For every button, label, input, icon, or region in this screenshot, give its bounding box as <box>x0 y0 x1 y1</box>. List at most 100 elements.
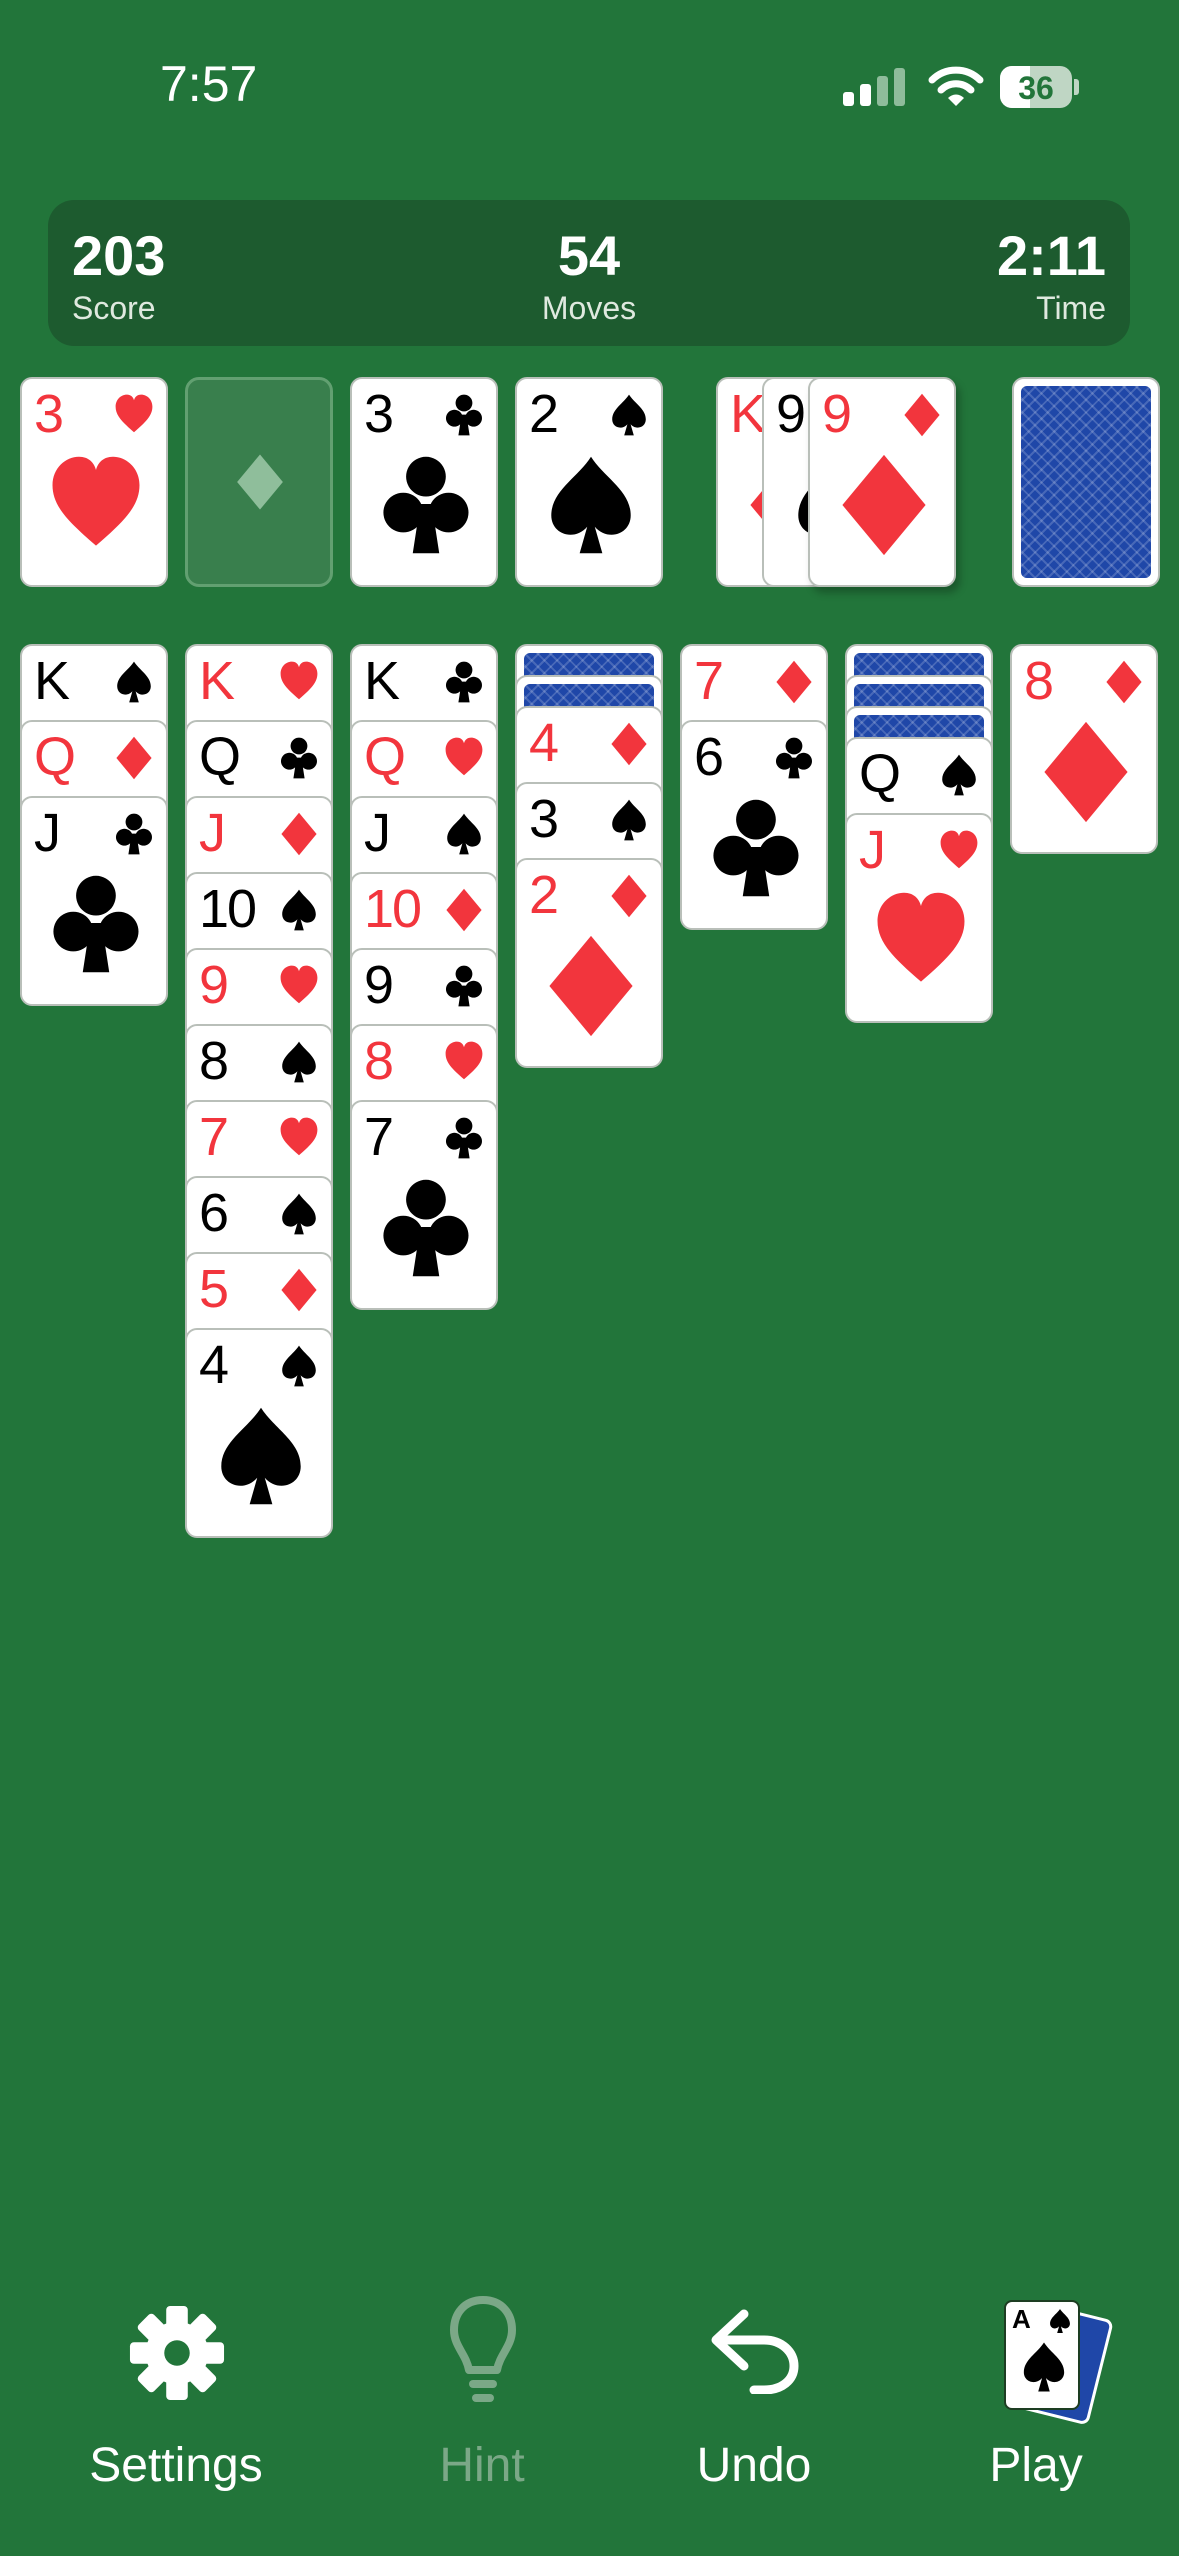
card-rank: J <box>859 820 886 880</box>
card-rank: 9 <box>776 384 806 444</box>
card-rank: 9 <box>822 384 852 444</box>
foundation-hearts[interactable]: 3 <box>20 377 168 587</box>
club-icon <box>445 394 482 436</box>
card-rank: Q <box>34 727 76 787</box>
card-8-of-diamonds[interactable]: 8 <box>1010 644 1158 854</box>
card-rank: 2 <box>529 865 559 925</box>
spade-icon <box>282 1193 316 1235</box>
heart-icon <box>280 1117 318 1156</box>
heart-icon <box>940 830 978 869</box>
card-rank: 4 <box>199 1335 229 1395</box>
diamond-icon <box>281 1268 317 1312</box>
card-2-of-diamonds[interactable]: 2 <box>515 858 663 1068</box>
spade-icon <box>447 813 481 855</box>
card-rank: 2 <box>529 384 559 444</box>
heart-icon <box>52 456 140 546</box>
card-6-of-clubs[interactable]: 6 <box>680 720 828 930</box>
diamond-icon <box>776 660 812 704</box>
card-rank: 6 <box>199 1183 229 1243</box>
card-rank: 5 <box>199 1259 229 1319</box>
diamond-icon <box>281 812 317 856</box>
card-J-of-hearts[interactable]: J <box>845 813 993 1023</box>
card-rank: 10 <box>364 879 422 939</box>
card-rank: 9 <box>364 955 394 1015</box>
card-rank: 7 <box>364 1107 394 1167</box>
spade-icon <box>612 394 646 436</box>
lightbulb-icon <box>450 2296 516 2402</box>
play-card-rank: A <box>1012 2304 1031 2334</box>
card-rank: 4 <box>529 713 559 773</box>
diamond-icon <box>446 888 482 932</box>
diamond-icon <box>1044 721 1128 823</box>
card-rank: K <box>34 651 70 711</box>
card-rank: 6 <box>694 727 724 787</box>
card-rank: 3 <box>364 384 394 444</box>
spade-icon <box>282 889 316 931</box>
card-rank: K <box>364 651 400 711</box>
diamond-icon <box>1106 660 1142 704</box>
diamond-icon <box>904 393 940 437</box>
card-4-of-spades[interactable]: 4 <box>185 1328 333 1538</box>
diamond-icon <box>549 935 633 1037</box>
spade-icon <box>117 661 151 703</box>
card-rank: K <box>730 384 766 444</box>
play-label: Play <box>989 2439 1083 2492</box>
card-rank: 8 <box>199 1031 229 1091</box>
card-rank: J <box>364 803 391 863</box>
spade-icon <box>1050 2308 1070 2334</box>
spade-icon <box>942 754 976 796</box>
club-icon <box>445 1117 482 1159</box>
club-icon <box>280 737 317 779</box>
card-rank: 3 <box>34 384 64 444</box>
club-icon <box>445 661 482 703</box>
diamond-icon <box>611 722 647 766</box>
club-icon <box>713 799 799 897</box>
foundation-spades[interactable]: 2 <box>515 377 663 587</box>
card-rank: 8 <box>364 1031 394 1091</box>
club-icon <box>775 737 812 779</box>
stock-pile[interactable] <box>1012 377 1160 587</box>
card-rank: K <box>199 651 235 711</box>
card-rank: J <box>199 803 226 863</box>
club-icon <box>383 456 469 554</box>
card-7-of-clubs[interactable]: 7 <box>350 1100 498 1310</box>
game-board: 3 3 2 K 9 9 K Q J K Q J 10 9 8 7 6 5 4 K Q J 10 9 8 7 4 3 2 7 6 Q J 8 <box>0 0 1179 2260</box>
gear-icon <box>129 2305 225 2401</box>
card-rank: 8 <box>1024 651 1054 711</box>
heart-icon <box>115 394 153 433</box>
club-icon <box>53 875 139 973</box>
undo-label: Undo <box>696 2439 812 2492</box>
card-rank: 3 <box>529 789 559 849</box>
spade-icon <box>612 799 646 841</box>
foundation-slot-diamonds[interactable] <box>185 377 333 587</box>
cards-icon: A <box>1004 2300 1114 2426</box>
diamond-icon <box>237 454 283 510</box>
spade-icon <box>221 1407 301 1505</box>
heart-icon <box>445 1041 483 1080</box>
heart-icon <box>280 661 318 700</box>
card-9-of-diamonds[interactable]: 9 <box>808 377 956 587</box>
club-icon <box>445 965 482 1007</box>
settings-label: Settings <box>89 2439 263 2492</box>
card-rank: Q <box>364 727 406 787</box>
card-rank: 7 <box>694 651 724 711</box>
club-icon <box>383 1179 469 1277</box>
card-J-of-clubs[interactable]: J <box>20 796 168 1006</box>
hint-label: Hint <box>439 2439 525 2492</box>
spade-icon <box>1023 2342 1065 2392</box>
heart-icon <box>877 892 965 982</box>
card-rank: 10 <box>199 879 257 939</box>
diamond-icon <box>611 874 647 918</box>
card-rank: J <box>34 803 61 863</box>
diamond-icon <box>116 736 152 780</box>
diamond-icon <box>842 454 926 556</box>
card-rank: Q <box>199 727 241 787</box>
card-rank: Q <box>859 744 901 804</box>
club-icon <box>115 813 152 855</box>
spade-icon <box>282 1345 316 1387</box>
heart-icon <box>280 965 318 1004</box>
undo-arrow-icon <box>711 2309 799 2394</box>
heart-icon <box>445 737 483 776</box>
card-rank: 9 <box>199 955 229 1015</box>
foundation-clubs[interactable]: 3 <box>350 377 498 587</box>
